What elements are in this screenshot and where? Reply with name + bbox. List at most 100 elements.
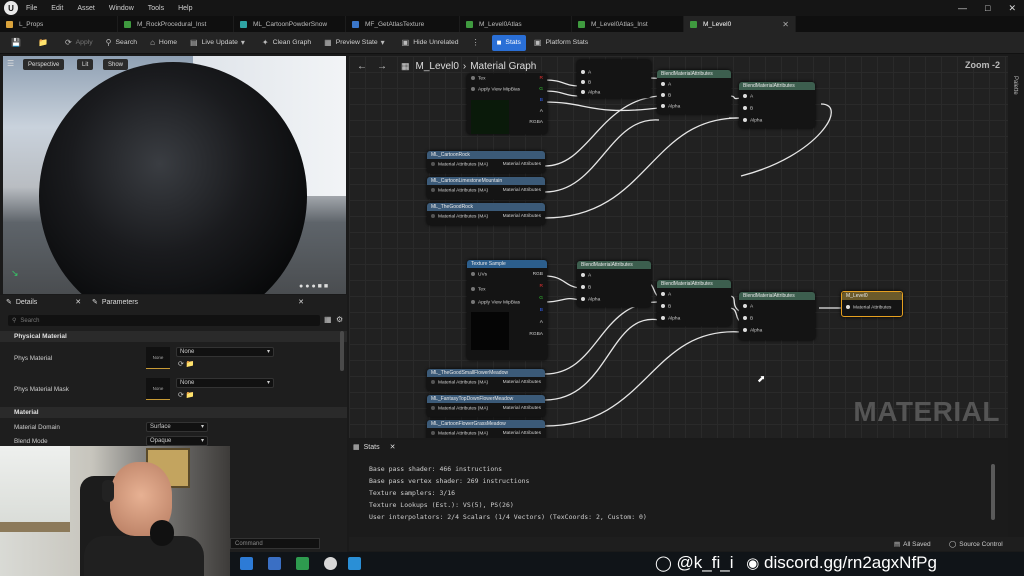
blend-node-bottom-1[interactable]: BlendMaterialAttributes A B Alpha [577, 261, 651, 307]
pin-alpha[interactable]: Alpha [661, 316, 680, 321]
preview-shape-icons[interactable]: ●●●■■ [299, 283, 330, 290]
menu-window[interactable]: Window [109, 5, 134, 12]
unreal-taskbar-icon[interactable] [324, 557, 337, 570]
pin-input[interactable]: Material Attributes (MA) [431, 406, 488, 411]
pin-b[interactable]: B [581, 285, 591, 290]
pin-tex[interactable]: Tex [471, 287, 485, 292]
pin-g[interactable]: G [539, 296, 543, 301]
live-update-button[interactable]: ▤ Live Update ▾ [185, 35, 254, 51]
pin-rgb[interactable]: RGB [533, 272, 543, 277]
pin-a[interactable]: A [661, 292, 671, 297]
pin-b[interactable]: B [540, 98, 543, 103]
preview-state-button[interactable]: ▦ Preview State ▾ [319, 35, 394, 51]
pin-material-attributes[interactable]: Material Attributes [846, 305, 891, 310]
pin-alpha[interactable]: Alpha [581, 90, 600, 95]
tab-m-rockprocedural-inst[interactable]: M_RockProcedural_Inst [118, 16, 234, 32]
clean-graph-button[interactable]: ✦ Clean Graph [257, 35, 316, 51]
phys-material-mask-dropdown[interactable]: None [176, 378, 274, 388]
blend-mode-dropdown[interactable]: Opaque [146, 436, 208, 446]
tab-l-props[interactable]: L_Props [0, 16, 118, 32]
pin-a[interactable]: A [743, 304, 753, 309]
tab-close-icon[interactable]: ✕ [782, 20, 789, 29]
tab-mf-getatlastexture[interactable]: MF_GetAtlasTexture [346, 16, 460, 32]
pin-output[interactable]: Material Attributes [503, 214, 541, 219]
blend-node-top-2[interactable]: BlendMaterialAttributes A B Alpha [657, 70, 731, 114]
close-icon[interactable]: ✕ [298, 298, 304, 306]
tab-ml-cartoonpowdersnow[interactable]: ML_CartoonPowderSnow [234, 16, 346, 32]
material-graph-canvas[interactable]: ← → ▦ M_Level0 › Material Graph Zoom -2 … [349, 56, 1008, 438]
tab-m-level0atlas-inst[interactable]: M_Level0Atlas_Inst [572, 16, 684, 32]
source-control-button[interactable]: ◯ Source Control [949, 540, 1003, 548]
pin-input[interactable]: Material Attributes (MA) [431, 431, 488, 436]
more-options-button[interactable]: ⋮ [467, 35, 489, 51]
pin-apply-view-mipbias[interactable]: Apply View MipBias [471, 87, 520, 92]
pin-rgba[interactable]: RGBA [529, 332, 543, 337]
pin-a[interactable]: A [743, 94, 753, 99]
material-output-node[interactable]: M_Level0 Material Attributes [841, 291, 903, 317]
app-icon[interactable] [268, 557, 281, 570]
all-saved-indicator[interactable]: ▤ All Saved [894, 540, 931, 548]
perspective-button[interactable]: Perspective [23, 59, 65, 70]
blend-node-bottom-2[interactable]: BlendMaterialAttributes A B Alpha [657, 280, 731, 326]
maximize-icon[interactable]: □ [985, 3, 990, 14]
close-icon[interactable]: ✕ [75, 298, 81, 306]
pin-apply-view-mipbias[interactable]: Apply View MipBias [471, 300, 520, 305]
pin-output[interactable]: Material Attributes [503, 431, 541, 436]
tab-parameters[interactable]: ✎ Parameters ✕ [92, 295, 304, 309]
function-node-topdown-flower-meadow[interactable]: ML_FantasyTopDownFlowerMeadow Material A… [427, 395, 545, 417]
pin-input[interactable]: Material Attributes (MA) [431, 188, 488, 193]
pin-b[interactable]: B [581, 80, 591, 85]
apply-button[interactable]: ⟳ Apply [60, 35, 98, 51]
function-node-good-rock[interactable]: ML_TheGoodRock Material Attributes (MA) … [427, 203, 545, 225]
pin-input[interactable]: Material Attributes (MA) [431, 162, 488, 167]
pin-alpha[interactable]: Alpha [743, 328, 762, 333]
section-material[interactable]: Material [0, 407, 347, 418]
browse-asset-icon[interactable]: ⟳ 📁 [178, 360, 195, 368]
details-scrollbar[interactable] [340, 331, 344, 371]
pin-b[interactable]: B [661, 304, 671, 309]
menu-asset[interactable]: Asset [77, 5, 95, 12]
pin-rgba[interactable]: RGBA [529, 120, 543, 125]
stats-button[interactable]: ■ Stats [491, 34, 526, 51]
menu-file[interactable]: File [26, 5, 37, 12]
save-button[interactable]: 💾 [6, 35, 30, 51]
pin-alpha[interactable]: Alpha [743, 118, 762, 123]
function-node-small-flower-meadow[interactable]: ML_TheGoodSmallFlowerMeadow Material Att… [427, 369, 545, 391]
stats-scrollbar[interactable] [991, 464, 995, 520]
vscode-icon[interactable] [240, 557, 253, 570]
phys-material-dropdown[interactable]: None [176, 347, 274, 357]
blend-node-top-3[interactable]: BlendMaterialAttributes A B Alpha [739, 82, 815, 128]
menu-help[interactable]: Help [178, 5, 192, 12]
app-icon[interactable] [296, 557, 309, 570]
function-node-flower-grass-meadow[interactable]: ML_CartoonFlowerGrassMeadow Material Att… [427, 420, 545, 438]
texture-sample-node-top[interactable]: Tex Apply View MipBias R G B A RGBA [467, 74, 547, 134]
tab-m-level0atlas[interactable]: M_Level0Atlas [460, 16, 572, 32]
texture-sample-node-bottom[interactable]: Texture Sample UVs Tex Apply View MipBia… [467, 260, 547, 360]
pin-b[interactable]: B [540, 308, 543, 313]
section-physical-material[interactable]: Physical Material [0, 331, 347, 342]
details-search-input[interactable]: ⚲ Search [8, 315, 320, 326]
hide-unrelated-button[interactable]: ▣ Hide Unrelated [397, 35, 464, 51]
pin-output[interactable]: Material Attributes [503, 380, 541, 385]
function-node-cartoon-rock[interactable]: ML_CartoonRock Material Attributes (MA) … [427, 151, 545, 173]
menu-tools[interactable]: Tools [148, 5, 164, 12]
pin-input[interactable]: Material Attributes (MA) [431, 214, 488, 219]
menu-edit[interactable]: Edit [51, 5, 63, 12]
pin-b[interactable]: B [743, 106, 753, 111]
blend-node-top-1[interactable]: A B Alpha [577, 60, 651, 98]
palette-tab[interactable]: Palette [1012, 76, 1018, 95]
browse-button[interactable]: 📁 [33, 35, 57, 51]
pin-alpha[interactable]: Alpha [661, 104, 680, 109]
unreal-logo-icon[interactable]: U [4, 1, 18, 15]
pin-b[interactable]: B [661, 93, 671, 98]
pin-g[interactable]: G [539, 87, 543, 92]
pin-a[interactable]: A [661, 82, 671, 87]
stats-tab[interactable]: ▦ Stats ✕ [353, 443, 395, 451]
pin-input[interactable]: Material Attributes (MA) [431, 380, 488, 385]
table-view-icon[interactable]: ▦ [324, 315, 332, 324]
lit-button[interactable]: Lit [77, 59, 94, 70]
settings-gear-icon[interactable]: ⚙ [336, 315, 343, 324]
pin-output[interactable]: Material Attributes [503, 406, 541, 411]
phys-mask-thumbnail[interactable]: None [146, 378, 170, 400]
blend-node-bottom-3[interactable]: BlendMaterialAttributes A B Alpha [739, 292, 815, 340]
